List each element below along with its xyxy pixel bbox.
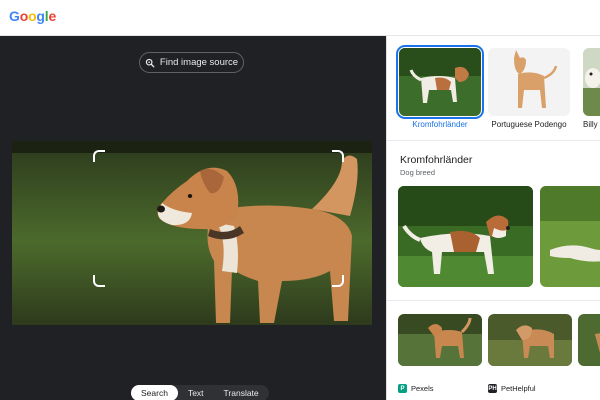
visual-match-thumbnail <box>396 45 484 119</box>
entity-subtitle: Dog breed <box>400 168 436 177</box>
lens-search-icon <box>145 58 155 67</box>
source-thumbnail <box>578 314 600 366</box>
results-panel: Kromfohrländer Portuguese Podengo Billy … <box>386 36 600 400</box>
lens-mode-switcher: Search Text Translate <box>131 385 269 400</box>
section-divider <box>387 300 600 301</box>
visual-match-item[interactable]: Kromfohrländer <box>396 45 484 129</box>
visual-match-item[interactable]: Portuguese Podengo <box>488 48 570 129</box>
visual-match-item[interactable]: Billy <box>583 48 600 129</box>
visual-matches-strip: Kromfohrländer Portuguese Podengo Billy <box>387 36 600 140</box>
entity-title[interactable]: Kromfohrländer <box>400 154 472 166</box>
header: Google <box>0 0 600 36</box>
logo-letter: o <box>19 8 29 24</box>
mode-translate-tab[interactable]: Translate <box>214 385 269 400</box>
logo-letter: G <box>9 8 20 24</box>
pethelpful-icon: PH <box>488 384 497 393</box>
source-thumbnail <box>398 314 482 366</box>
entity-image-secondary[interactable] <box>540 186 600 287</box>
crop-handle-bottom-right[interactable] <box>332 275 344 287</box>
entity-image-main[interactable] <box>398 186 533 287</box>
logo-letter: g <box>36 8 45 24</box>
visual-match-label: Portuguese Podengo <box>491 120 567 129</box>
section-divider <box>387 140 600 141</box>
source-info: P Pexels <box>398 384 482 393</box>
logo-letter: o <box>28 8 37 24</box>
crop-handle-bottom-left[interactable] <box>93 275 105 287</box>
source-result-card[interactable]: PH PetHelpful <box>488 314 572 393</box>
crop-selection[interactable] <box>93 150 344 287</box>
google-logo[interactable]: Google <box>9 8 56 24</box>
visual-match-label: Billy <box>583 120 598 129</box>
source-result-card[interactable] <box>578 314 600 366</box>
visual-match-thumbnail <box>583 48 600 116</box>
find-image-source-label: Find image source <box>159 57 239 68</box>
mode-text-tab[interactable]: Text <box>178 385 214 400</box>
find-image-source-button[interactable]: Find image source <box>139 52 244 73</box>
source-result-card[interactable]: P Pexels <box>398 314 482 393</box>
mode-search-tab[interactable]: Search <box>131 385 178 400</box>
source-name: Pexels <box>411 384 434 393</box>
source-name: PetHelpful <box>501 384 536 393</box>
crop-handle-top-right[interactable] <box>332 150 344 162</box>
visual-match-label: Kromfohrländer <box>412 120 468 129</box>
source-info: PH PetHelpful <box>488 384 572 393</box>
logo-letter: e <box>48 8 57 24</box>
lens-viewer: Find image source Search Text Translate <box>0 36 386 400</box>
crop-handle-top-left[interactable] <box>93 150 105 162</box>
pexels-icon: P <box>398 384 407 393</box>
source-thumbnail <box>488 314 572 366</box>
visual-match-thumbnail <box>488 48 570 116</box>
